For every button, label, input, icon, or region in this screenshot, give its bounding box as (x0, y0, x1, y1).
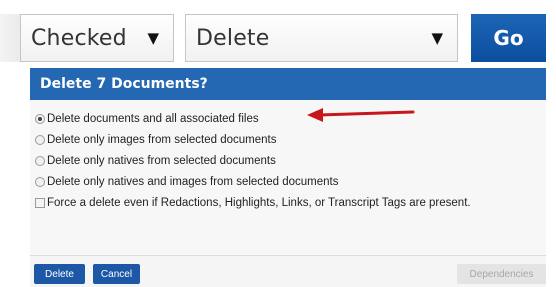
dialog-footer: Delete Cancel Dependencies (30, 255, 546, 287)
radio-button[interactable] (35, 176, 45, 187)
option-label: Delete documents and all associated file… (47, 112, 259, 125)
delete-options-list: Delete documents and all associated file… (35, 108, 471, 213)
option-delete-images[interactable]: Delete only images from selected documen… (35, 129, 471, 150)
dependencies-button[interactable]: Dependencies (457, 264, 546, 284)
option-delete-natives-and-images[interactable]: Delete only natives and images from sele… (35, 171, 471, 192)
option-force-delete[interactable]: Force a delete even if Redactions, Highl… (35, 192, 471, 213)
delete-button[interactable]: Delete (34, 264, 85, 284)
scope-select[interactable]: Checked ▼ (20, 14, 174, 62)
option-label: Delete only images from selected documen… (47, 133, 277, 146)
action-select[interactable]: Delete ▼ (185, 14, 458, 62)
mass-operations-toolbar: Checked ▼ Delete ▼ Go (0, 0, 556, 68)
red-arrow-icon (307, 108, 415, 122)
radio-button[interactable] (35, 113, 45, 124)
cancel-button[interactable]: Cancel (93, 264, 140, 284)
dialog-header: Delete 7 Documents? (30, 68, 546, 100)
option-label: Force a delete even if Redactions, Highl… (47, 196, 471, 209)
delete-documents-dialog: Delete 7 Documents? Delete documents and… (30, 68, 546, 287)
go-button[interactable]: Go (471, 14, 546, 62)
option-label: Delete only natives and images from sele… (47, 175, 339, 188)
option-delete-natives[interactable]: Delete only natives from selected docume… (35, 150, 471, 171)
scope-select-value: Checked (31, 25, 127, 51)
dialog-title: Delete 7 Documents? (40, 76, 208, 92)
delete-documents-screen: Checked ▼ Delete ▼ Go Delete 7 Documents… (0, 0, 556, 287)
chevron-down-icon: ▼ (147, 29, 159, 47)
force-delete-checkbox[interactable] (35, 197, 45, 208)
radio-button[interactable] (35, 134, 45, 145)
radio-button[interactable] (35, 155, 45, 166)
action-select-value: Delete (196, 25, 270, 51)
chevron-down-icon: ▼ (431, 29, 443, 47)
option-label: Delete only natives from selected docume… (47, 154, 276, 167)
